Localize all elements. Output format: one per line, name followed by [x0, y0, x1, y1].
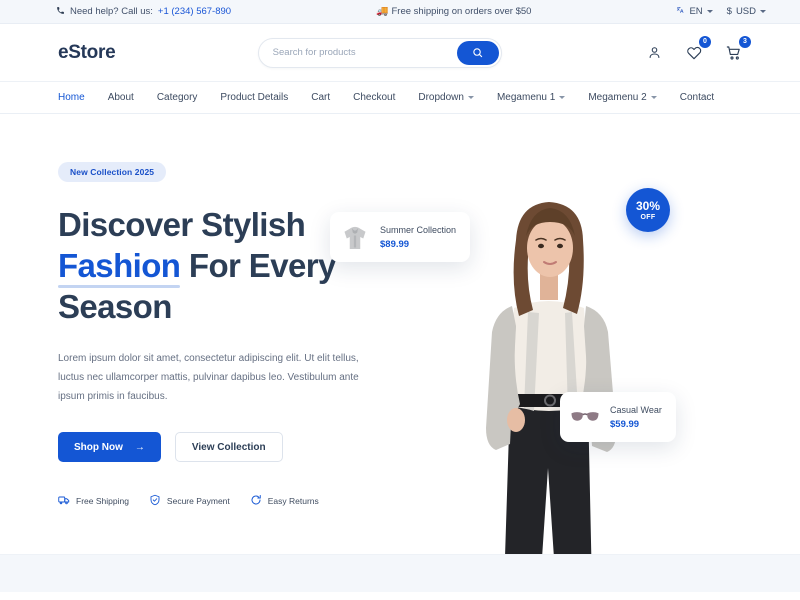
hero-title-highlight: Fashion: [58, 247, 181, 288]
chevron-down-icon: [559, 96, 566, 99]
currency-selector[interactable]: $ USD: [727, 6, 766, 17]
hero-title-line2-rest: For Every: [180, 247, 336, 284]
search-area: [115, 37, 644, 68]
hero-visual: 30% OFF Summer Collection $89.99 Casual …: [330, 114, 800, 554]
currency-value: USD: [735, 6, 756, 17]
nav-item-megamenu-1[interactable]: Megamenu 1: [496, 92, 566, 103]
shipping-promo: 🚚 Free shipping on orders over $50: [231, 6, 676, 17]
search-icon: [473, 48, 483, 58]
truck-emoji-icon: 🚚: [376, 5, 389, 17]
nav-item-label: Megamenu 1: [496, 92, 556, 103]
hero-cta-row: Shop Now → View Collection: [58, 432, 388, 462]
product-card-title: Casual Wear: [610, 404, 662, 415]
search-button[interactable]: [456, 40, 499, 65]
nav-item-label: Contact: [679, 92, 715, 103]
top-bar: Need help? Call us: +1 (234) 567-890 🚚 F…: [0, 0, 800, 24]
chevron-down-icon: [467, 96, 474, 99]
nav-item-category[interactable]: Category: [157, 92, 198, 103]
user-icon: [649, 47, 659, 59]
nav-item-label: Home: [58, 92, 85, 103]
feature-free-shipping: Free Shipping: [58, 494, 129, 508]
shop-now-button[interactable]: Shop Now →: [58, 432, 161, 462]
currency-symbol: $: [726, 6, 732, 17]
nav-item-cart[interactable]: Cart: [311, 92, 330, 103]
hero-section: New Collection 2025 Discover Stylish Fas…: [0, 114, 800, 554]
hero-title-line3: Season: [58, 288, 172, 325]
nav-item-label: Cart: [311, 92, 331, 103]
discount-label: OFF: [640, 213, 656, 221]
nav-item-checkout[interactable]: Checkout: [353, 92, 395, 103]
cart-button[interactable]: 3: [724, 35, 751, 64]
product-card-price: $89.99: [380, 238, 410, 250]
nav-item-home[interactable]: Home: [58, 92, 85, 103]
cart-icon: [726, 45, 740, 60]
topbar-selectors: EN $ USD: [676, 6, 782, 18]
discount-percent: 30%: [635, 198, 661, 213]
phone-number-link[interactable]: +1 (234) 567-890: [158, 6, 231, 17]
feature-label: Secure Payment: [166, 496, 230, 506]
help-contact: Need help? Call us: +1 (234) 567-890: [18, 6, 231, 18]
account-button[interactable]: [644, 42, 664, 64]
header-actions: 0 3: [644, 35, 751, 64]
help-text: Need help? Call us:: [70, 6, 153, 17]
nav-item-label: Product Details: [220, 92, 289, 103]
cart-badge: 3: [739, 35, 751, 48]
hero-description: Lorem ipsum dolor sit amet, consectetur …: [58, 353, 359, 402]
chevron-down-icon: [706, 10, 713, 13]
language-selector[interactable]: EN: [676, 6, 713, 18]
nav-item-product-details[interactable]: Product Details: [220, 92, 288, 103]
main-navigation: Home About Category Product Details Cart Chec…: [0, 82, 800, 114]
hoodie-icon: [339, 221, 371, 253]
shop-now-label: Shop Now: [74, 441, 123, 453]
feature-label: Easy Returns: [267, 496, 319, 506]
nav-item-label: Checkout: [353, 92, 396, 103]
nav-item-label: Category: [156, 92, 198, 103]
translate-icon: [676, 6, 685, 18]
product-card-summer[interactable]: Summer Collection $89.99: [330, 212, 471, 262]
chevron-down-icon: [650, 96, 657, 99]
phone-icon: [56, 6, 65, 18]
shipping-promo-text: Free shipping on orders over $50: [391, 6, 532, 17]
view-collection-button[interactable]: View Collection: [174, 432, 283, 462]
arrow-right-icon: →: [134, 441, 145, 453]
nav-item-label: Dropdown: [418, 92, 464, 103]
sunglasses-icon: [569, 401, 601, 433]
feature-easy-returns: Easy Returns: [250, 494, 319, 508]
hero-content: New Collection 2025 Discover Stylish Fas…: [58, 114, 388, 554]
nav-item-megamenu-2[interactable]: Megamenu 2: [588, 92, 657, 103]
feature-secure-payment: Secure Payment: [149, 494, 230, 508]
nav-item-label: Megamenu 2: [588, 92, 647, 103]
refresh-icon: [250, 494, 262, 508]
next-section-strip: [0, 554, 800, 592]
product-card-title: Summer Collection: [380, 224, 457, 235]
product-card-casual[interactable]: Casual Wear $59.99: [560, 392, 676, 442]
nav-item-dropdown[interactable]: Dropdown: [418, 92, 474, 103]
hero-features: Free Shipping Secure Payment Easy Returns: [58, 494, 388, 508]
search-box: [257, 37, 502, 68]
language-value: EN: [689, 6, 703, 17]
hero-title-line1: Discover Stylish: [58, 206, 306, 243]
feature-label: Free Shipping: [76, 496, 129, 506]
new-collection-badge: New Collection 2025: [58, 162, 167, 182]
nav-item-label: About: [107, 92, 134, 103]
nav-item-about[interactable]: About: [108, 92, 134, 103]
chevron-down-icon: [760, 10, 766, 13]
site-header: eStore 0: [0, 24, 800, 82]
wishlist-badge: 0: [699, 35, 711, 48]
shield-check-icon: [149, 494, 161, 508]
wishlist-button[interactable]: 0: [684, 35, 711, 64]
product-card-price: $59.99: [610, 418, 640, 430]
nav-item-contact[interactable]: Contact: [680, 92, 714, 103]
discount-badge: 30% OFF: [626, 188, 670, 232]
search-input[interactable]: [258, 38, 449, 67]
site-logo[interactable]: eStore: [58, 42, 116, 64]
hero-model-image: [440, 196, 655, 554]
heart-icon: [687, 46, 702, 59]
truck-icon: [58, 494, 70, 508]
